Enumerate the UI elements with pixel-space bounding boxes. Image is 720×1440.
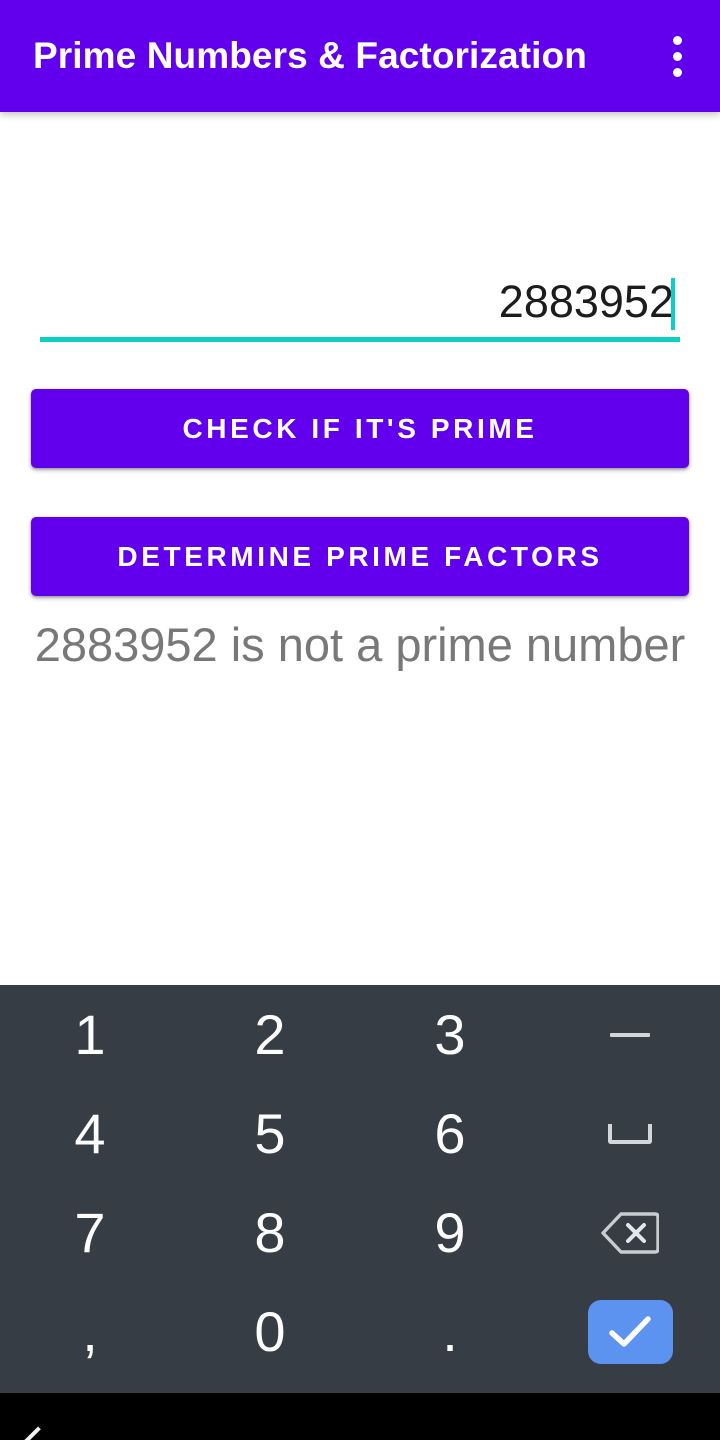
number-input-container xyxy=(40,267,680,342)
key-7[interactable]: 7 xyxy=(0,1183,180,1282)
space-icon xyxy=(608,1123,652,1144)
key-8[interactable]: 8 xyxy=(180,1183,360,1282)
key-period[interactable]: . xyxy=(360,1282,540,1381)
key-2[interactable]: 2 xyxy=(180,985,360,1084)
system-nav-bar xyxy=(0,1393,720,1440)
back-chevron-shape xyxy=(24,1426,54,1440)
minus-icon xyxy=(610,1032,650,1037)
key-enter[interactable] xyxy=(540,1282,720,1381)
key-0[interactable]: 0 xyxy=(180,1282,360,1381)
main-content: CHECK IF IT'S PRIME DETERMINE PRIME FACT… xyxy=(0,112,720,985)
numeric-keyboard: 1 2 3 4 5 6 7 8 9 , 0 . xyxy=(0,985,720,1393)
more-vert-dot xyxy=(672,35,682,45)
text-caret xyxy=(671,278,675,330)
key-4[interactable]: 4 xyxy=(0,1084,180,1183)
page-title: Prime Numbers & Factorization xyxy=(33,35,587,76)
back-chevron-icon[interactable] xyxy=(24,1426,54,1440)
key-backspace[interactable] xyxy=(540,1183,720,1282)
determine-prime-factors-button[interactable]: DETERMINE PRIME FACTORS xyxy=(31,517,689,596)
key-9[interactable]: 9 xyxy=(360,1183,540,1282)
keyboard-row: 4 5 6 xyxy=(0,1084,720,1183)
input-underline xyxy=(40,337,680,342)
more-vert-icon[interactable] xyxy=(634,0,720,112)
result-text: 2883952 is not a prime number xyxy=(34,618,686,671)
phone-screen: Prime Numbers & Factorization CHECK IF I… xyxy=(0,0,720,1440)
more-vert-dot xyxy=(672,67,682,77)
key-minus[interactable] xyxy=(540,985,720,1084)
key-3[interactable]: 3 xyxy=(360,985,540,1084)
keyboard-row: , 0 . xyxy=(0,1282,720,1381)
check-icon xyxy=(609,1315,651,1347)
app-bar: Prime Numbers & Factorization xyxy=(0,0,720,112)
key-5[interactable]: 5 xyxy=(180,1084,360,1183)
key-1[interactable]: 1 xyxy=(0,985,180,1084)
backspace-icon xyxy=(601,1211,659,1254)
keyboard-row: 1 2 3 xyxy=(0,985,720,1084)
key-space[interactable] xyxy=(540,1084,720,1183)
check-if-prime-button[interactable]: CHECK IF IT'S PRIME xyxy=(31,389,689,468)
key-comma[interactable]: , xyxy=(0,1282,180,1381)
enter-key-pill xyxy=(587,1299,673,1364)
key-6[interactable]: 6 xyxy=(360,1084,540,1183)
more-vert-dot xyxy=(672,51,682,61)
keyboard-row: 7 8 9 xyxy=(0,1183,720,1282)
number-input[interactable] xyxy=(40,267,680,337)
